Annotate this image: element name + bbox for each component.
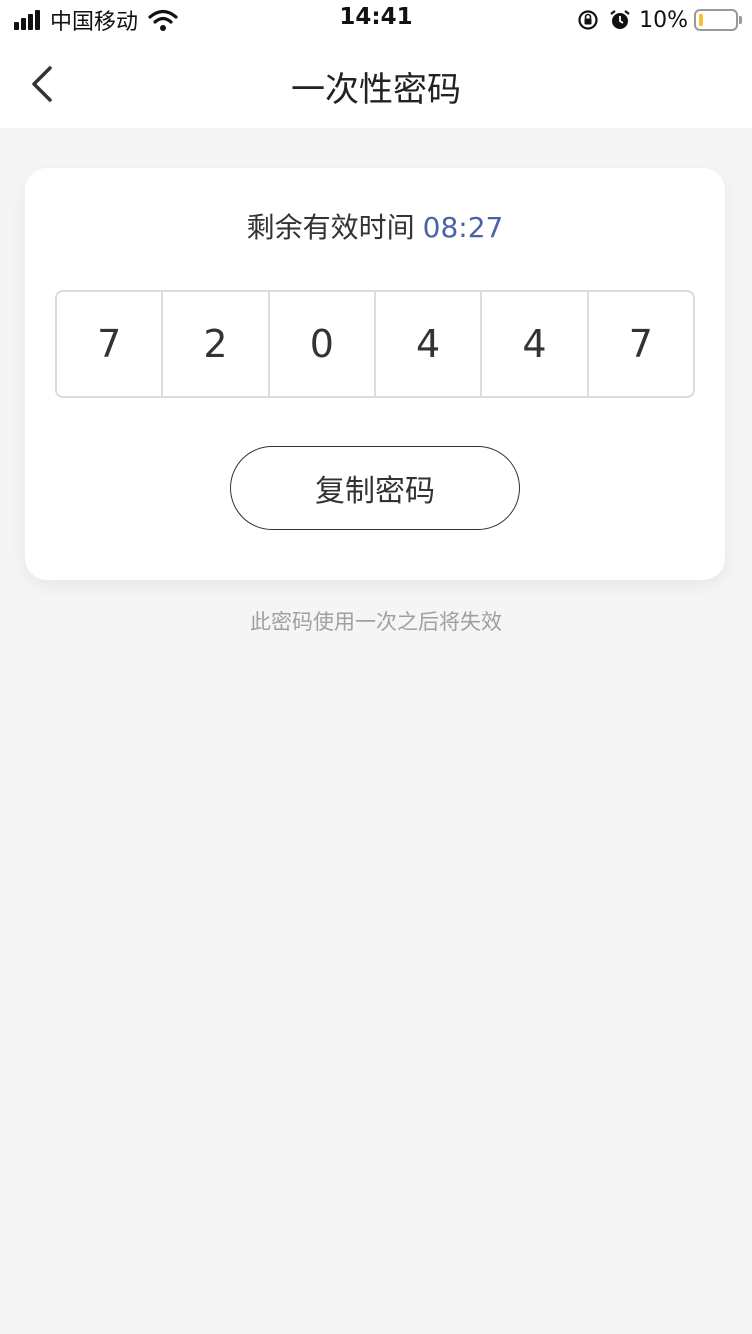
otp-digit: 4 — [376, 292, 483, 396]
otp-digit: 2 — [163, 292, 270, 396]
battery-icon — [694, 9, 742, 31]
otp-digit: 4 — [482, 292, 589, 396]
otp-card: 剩余有效时间 08:27 7 2 0 4 4 7 复制密码 — [25, 168, 725, 580]
otp-digit: 0 — [270, 292, 376, 396]
page-title: 一次性密码 — [291, 70, 461, 110]
expiry-note: 此密码使用一次之后将失效 — [250, 610, 502, 634]
otp-digit: 7 — [628, 322, 653, 366]
nav-bar: 一次性密码 — [0, 40, 752, 128]
rotation-lock-icon — [578, 10, 598, 30]
battery-percent: 10% — [639, 7, 688, 33]
timer-value: 08:27 — [422, 211, 504, 244]
copy-password-button[interactable]: 复制密码 — [230, 446, 520, 530]
alarm-icon — [610, 10, 630, 29]
status-bar: 中国移动 14:41 10% — [0, 0, 752, 40]
validity-timer: 剩余有效时间 08:27 — [25, 206, 725, 246]
timer-label: 剩余有效时间 — [246, 211, 415, 244]
otp-code-box: 7 2 0 4 4 7 — [55, 290, 695, 398]
battery-fill — [699, 14, 703, 26]
otp-digit: 7 — [57, 292, 164, 396]
status-right: 10% — [577, 6, 742, 34]
